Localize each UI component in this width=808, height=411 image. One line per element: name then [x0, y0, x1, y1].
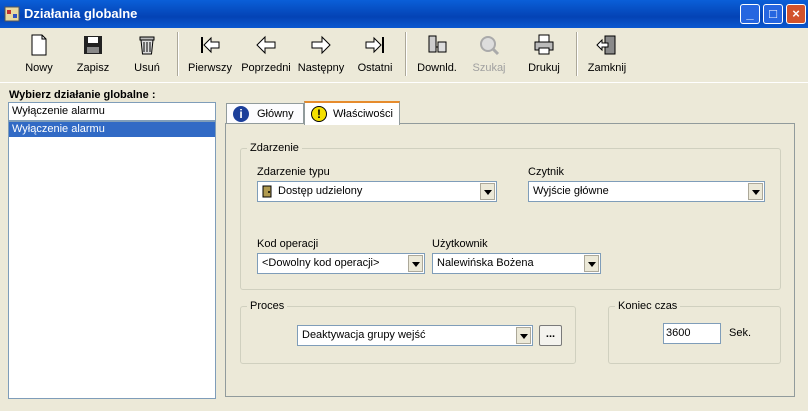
print-button[interactable]: Drukuj [522, 30, 566, 80]
minimize-button[interactable]: _ [740, 4, 760, 24]
process-group-legend: Proces [250, 300, 285, 312]
global-action-search-input[interactable]: Wyłączenie alarmu [8, 102, 216, 121]
seconds-unit-label: Sek. [729, 327, 752, 339]
global-action-list[interactable]: Wyłączenie alarmu [8, 121, 216, 399]
tab-main[interactable]: i Główny [226, 103, 304, 123]
arrow-left-icon [256, 35, 276, 55]
chevron-down-icon[interactable] [584, 255, 599, 272]
chevron-down-icon[interactable] [516, 327, 531, 344]
properties-panel: Zdarzenie Zdarzenie typu Dostęp udzielon… [225, 123, 795, 397]
download-device-icon [428, 35, 447, 53]
trash-can-icon [139, 36, 155, 55]
info-icon: i [233, 106, 249, 122]
process-browse-button[interactable]: ... [539, 325, 562, 346]
save-button[interactable]: Zapisz [72, 30, 114, 80]
toolbar-separator [177, 32, 179, 76]
end-time-input[interactable]: 3600 [663, 323, 721, 344]
close-button[interactable]: × [786, 4, 806, 24]
chevron-down-icon[interactable] [408, 255, 423, 272]
search-icon [480, 36, 500, 56]
process-select[interactable]: Deaktywacja grupy wejść [297, 325, 533, 346]
user-label: Użytkownik [432, 238, 488, 250]
download-button[interactable]: Downld. [414, 30, 460, 80]
reader-label: Czytnik [528, 166, 565, 178]
user-select[interactable]: Nalewińska Bożena [432, 253, 601, 274]
warning-icon: ! [311, 106, 327, 122]
new-document-icon [31, 34, 47, 56]
chevron-down-icon[interactable] [480, 183, 495, 200]
floppy-disk-icon [84, 36, 102, 54]
search-button[interactable]: Szukaj [468, 30, 510, 80]
toolbar-separator [405, 32, 407, 76]
exit-door-icon [596, 35, 616, 55]
door-icon [262, 185, 272, 198]
arrow-last-icon [365, 36, 384, 54]
arrow-first-icon [201, 36, 220, 54]
list-item[interactable]: Wyłączenie alarmu [9, 122, 215, 137]
last-record-button[interactable]: Ostatni [354, 30, 396, 80]
operation-code-label: Kod operacji [257, 238, 319, 250]
arrow-right-icon [311, 35, 331, 55]
app-icon [4, 6, 20, 22]
window-title: Działania globalne [24, 6, 138, 21]
end-time-group-legend: Koniec czas [618, 300, 678, 312]
title-bar[interactable]: Działania globalne _ □ × [0, 0, 808, 28]
first-record-button[interactable]: Pierwszy [186, 30, 234, 80]
tab-properties[interactable]: ! Właściwości [304, 101, 400, 125]
event-type-label: Zdarzenie typu [257, 166, 330, 178]
toolbar: Nowy Zapisz Usuń Pierwszy Poprzedni Nast… [0, 28, 808, 83]
event-group-legend: Zdarzenie [250, 142, 299, 154]
event-type-select[interactable]: Dostęp udzielony [257, 181, 497, 202]
global-action-label: Wybierz działanie globalne : [9, 89, 156, 101]
maximize-button[interactable]: □ [763, 4, 783, 24]
delete-button[interactable]: Usuń [126, 30, 168, 80]
toolbar-separator [576, 32, 578, 76]
chevron-down-icon[interactable] [748, 183, 763, 200]
printer-icon [534, 34, 554, 55]
previous-record-button[interactable]: Poprzedni [240, 30, 292, 80]
operation-code-select[interactable]: <Dowolny kod operacji> [257, 253, 425, 274]
new-button[interactable]: Nowy [18, 30, 60, 80]
reader-select[interactable]: Wyjście główne [528, 181, 765, 202]
next-record-button[interactable]: Następny [296, 30, 346, 80]
close-window-button[interactable]: Zamknij [585, 30, 629, 80]
